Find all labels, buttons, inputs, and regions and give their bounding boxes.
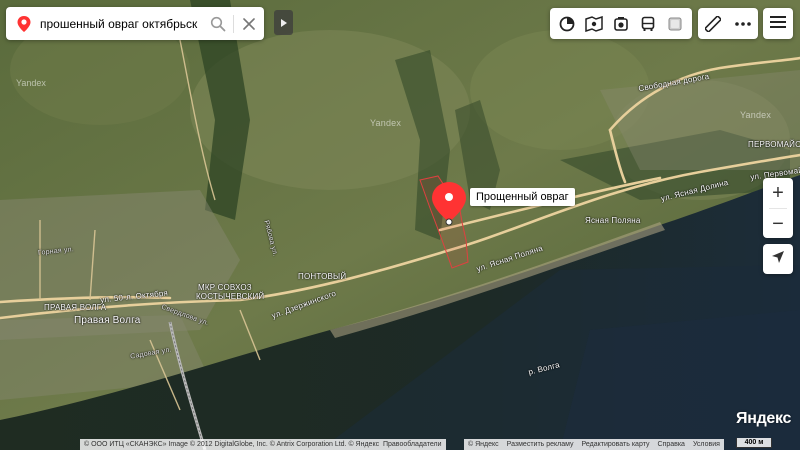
triangle-right-icon <box>280 14 287 32</box>
tools-toolbar <box>698 8 758 39</box>
satellite-map[interactable] <box>0 0 800 450</box>
bus-icon[interactable] <box>637 13 659 35</box>
label-yasnaya-polyana: Ясная Поляна <box>585 216 641 225</box>
edit-map-link[interactable]: Редактировать карту <box>582 441 650 448</box>
search-icon[interactable] <box>203 7 233 40</box>
photo-icon[interactable] <box>610 13 632 35</box>
zoom-control: + − <box>763 178 793 238</box>
attribution-text: © ООО ИТЦ «СКАНЭКС» Image © 2012 Digital… <box>84 441 380 448</box>
label-kostychevskii: КОСТЫЧЕВСКИЙ <box>196 292 265 301</box>
traffic-icon[interactable] <box>664 13 686 35</box>
label-pervomaiskii: ПЕРВОМАЙСКИ <box>748 140 800 149</box>
scale-label: 400 м <box>744 439 764 446</box>
yandex-logo[interactable]: Яндекс <box>736 410 791 428</box>
hamburger-icon <box>770 15 786 33</box>
location-pin-icon <box>16 15 32 33</box>
label-pontovyi: ПОНТОВЫЙ <box>298 272 347 281</box>
terms-link[interactable]: Условия <box>693 441 720 448</box>
zoom-out-button[interactable]: − <box>763 209 793 239</box>
help-link[interactable]: Справка <box>657 441 684 448</box>
map-layers-toolbar <box>550 8 692 39</box>
advertise-link[interactable]: Разместить рекламу <box>507 441 574 448</box>
more-dots-icon[interactable] <box>732 13 754 35</box>
ruler-icon[interactable] <box>702 13 724 35</box>
footer-links: © Яндекс Разместить рекламу Редактироват… <box>464 439 724 450</box>
geolocation-button[interactable] <box>763 244 793 274</box>
label-pravaya-volga: ПРАВАЯ ВОЛГА <box>44 303 107 312</box>
yandex-copyright: © Яндекс <box>468 441 499 448</box>
search-box: прошенный овраг октябрьск <box>6 7 264 40</box>
geolocation-arrow-icon <box>771 250 785 269</box>
menu-button[interactable] <box>763 8 793 39</box>
panorama-icon[interactable] <box>583 13 605 35</box>
label-mkr-sovkhoz: МКР СОВХОЗ <box>198 283 252 292</box>
label-pravaya-volga-station[interactable]: Правая Волга <box>74 315 141 326</box>
close-icon[interactable] <box>234 7 264 40</box>
scale-bar: 400 м <box>734 438 774 448</box>
yandex-watermark: Yandex <box>740 110 772 120</box>
rights-holders-link[interactable]: Правообладатели <box>383 441 442 448</box>
zoom-in-button[interactable]: + <box>763 178 793 208</box>
map-layers-icon[interactable] <box>556 13 578 35</box>
yandex-watermark: Yandex <box>370 118 402 128</box>
search-input[interactable]: прошенный овраг октябрьск <box>40 17 203 31</box>
yandex-watermark: Yandex <box>16 78 46 88</box>
place-name-label[interactable]: Прощенный овраг <box>470 188 575 206</box>
map-attribution: © ООО ИТЦ «СКАНЭКС» Image © 2012 Digital… <box>80 439 446 450</box>
collapse-panel-button[interactable] <box>274 10 293 35</box>
